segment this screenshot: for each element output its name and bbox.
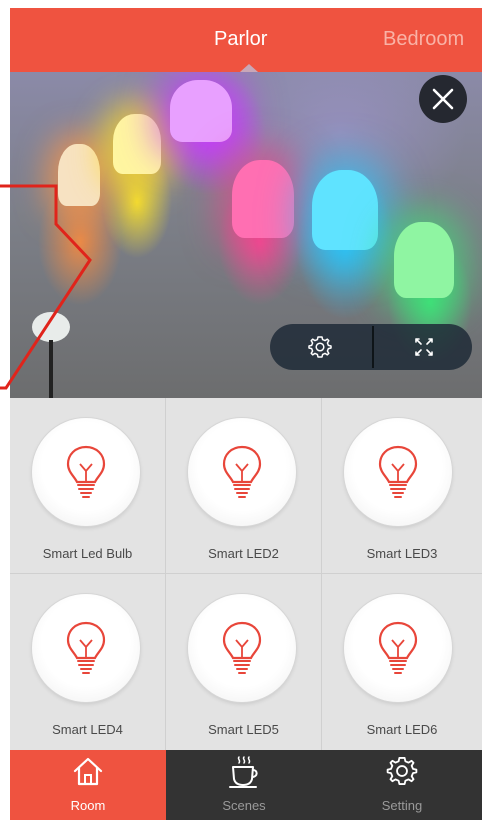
device-tile[interactable]: Smart LED4 — [10, 574, 166, 750]
device-toggle-button[interactable] — [344, 418, 452, 526]
nav-room[interactable]: Room — [10, 750, 166, 820]
close-button[interactable] — [419, 75, 467, 123]
device-label: Smart LED4 — [52, 722, 123, 737]
nav-scenes[interactable]: Scenes — [166, 750, 322, 820]
fullscreen-button[interactable] — [374, 324, 474, 370]
nav-setting-label: Setting — [381, 798, 423, 813]
device-label: Smart Led Bulb — [42, 546, 133, 561]
device-label: Smart LED6 — [366, 722, 438, 737]
device-label: Smart LED2 — [208, 546, 279, 561]
bottom-navigation: Room Scenes Setting — [10, 750, 482, 820]
floor-lamp — [32, 312, 70, 342]
floor-lamp-pole — [49, 340, 53, 398]
camera-settings-button[interactable] — [270, 324, 370, 370]
pendant-lamp-yellow — [113, 114, 161, 174]
device-tile[interactable]: Smart LED2 — [166, 398, 322, 574]
device-tile[interactable]: Smart Led Bulb — [10, 398, 166, 574]
camera-controls — [270, 324, 472, 370]
device-grid: Smart Led Bulb Smart LED2 Smart LED3 Sma… — [10, 398, 482, 750]
nav-scenes-label: Scenes — [222, 798, 266, 813]
device-toggle-button[interactable] — [32, 594, 140, 702]
device-label: Smart LED3 — [366, 546, 438, 561]
nav-room-icon-wrap — [10, 754, 166, 790]
device-toggle-button[interactable] — [188, 418, 296, 526]
nav-room-label: Room — [70, 798, 106, 813]
close-icon — [432, 88, 454, 110]
lightbulb-icon — [378, 445, 418, 498]
lightbulb-icon — [66, 621, 106, 674]
room-tab-bar: Parlor Bedroom — [10, 8, 482, 72]
device-tile[interactable]: Smart LED5 — [166, 574, 322, 750]
tab-parlor[interactable]: Parlor — [214, 28, 267, 51]
pendant-lamp-pink — [232, 160, 294, 238]
home-icon — [73, 757, 103, 786]
device-label: Smart LED5 — [208, 722, 279, 737]
coffee-cup-icon — [229, 756, 258, 788]
lightbulb-icon — [66, 445, 106, 498]
device-toggle-button[interactable] — [188, 594, 296, 702]
gear-icon — [386, 757, 418, 785]
lightbulb-icon — [222, 445, 262, 498]
nav-setting-icon-wrap — [322, 754, 482, 790]
lightbulb-icon — [378, 621, 418, 674]
fullscreen-icon — [415, 338, 433, 356]
pendant-lamp-orange — [58, 144, 100, 206]
device-tile[interactable]: Smart LED3 — [322, 398, 482, 574]
pendant-lamp-green — [394, 222, 454, 298]
active-tab-indicator — [240, 64, 258, 72]
lightbulb-icon — [222, 621, 262, 674]
gear-icon — [308, 336, 332, 358]
tab-bedroom[interactable]: Bedroom — [383, 28, 464, 51]
device-tile[interactable]: Smart LED6 — [322, 574, 482, 750]
pendant-lamp-cyan — [312, 170, 378, 250]
device-toggle-button[interactable] — [344, 594, 452, 702]
nav-scenes-icon-wrap — [166, 754, 322, 790]
pendant-lamp-purple — [170, 80, 232, 142]
device-toggle-button[interactable] — [32, 418, 140, 526]
nav-setting[interactable]: Setting — [322, 750, 482, 820]
